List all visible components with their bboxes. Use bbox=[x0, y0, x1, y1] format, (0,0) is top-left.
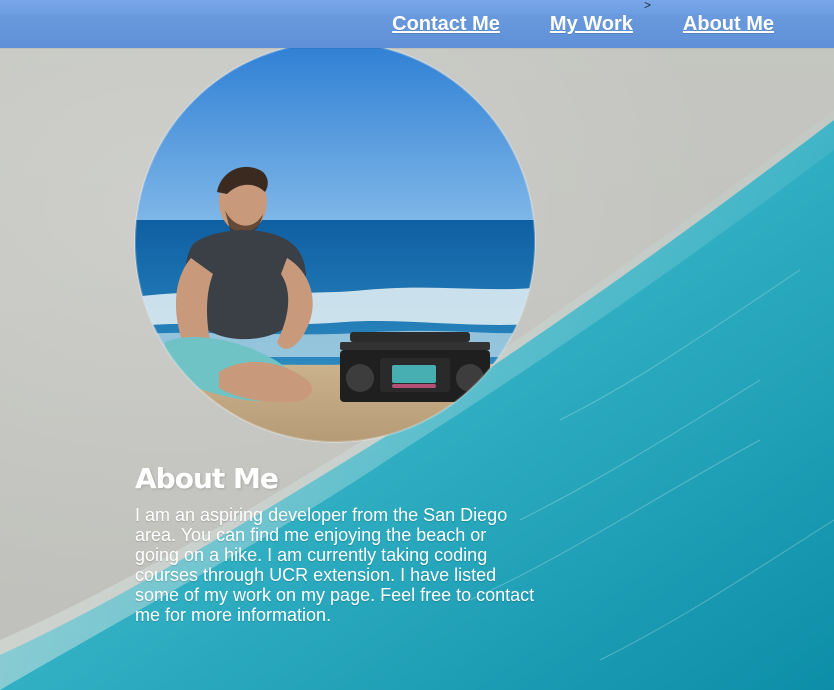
about-section: About Me I am an aspiring developer from… bbox=[135, 462, 535, 625]
about-heading: About Me bbox=[135, 462, 279, 495]
nav-about-me[interactable]: About Me bbox=[683, 10, 774, 38]
about-paragraph: I am an aspiring developer from the San … bbox=[135, 505, 535, 625]
nav-my-work[interactable]: My Work bbox=[550, 10, 633, 38]
main-nav: Contact Me My Work About Me bbox=[392, 10, 774, 38]
top-navbar: > Contact Me My Work About Me bbox=[0, 0, 834, 48]
profile-photo bbox=[135, 42, 535, 442]
profile-photo-illustration bbox=[135, 42, 535, 442]
nav-contact-me[interactable]: Contact Me bbox=[392, 10, 500, 38]
